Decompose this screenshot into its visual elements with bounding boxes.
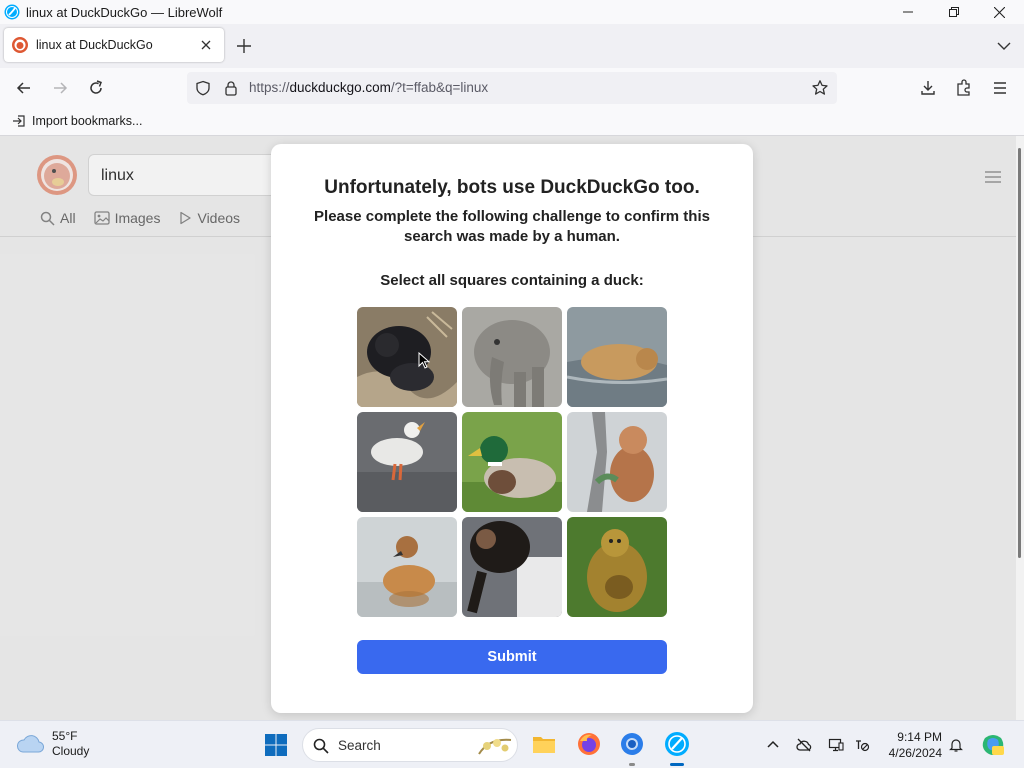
close-icon: [993, 6, 1005, 18]
search-icon: [313, 738, 329, 754]
challenge-image-chimpanzee[interactable]: [462, 517, 562, 617]
url-bar[interactable]: https://duckduckgo.com/?t=ffab&q=linux: [187, 72, 837, 104]
window-title: linux at DuckDuckGo — LibreWolf: [26, 4, 223, 20]
challenge-prompt: Select all squares containing a duck:: [380, 272, 644, 289]
active-app-indicator: [670, 763, 684, 766]
url-text: https://duckduckgo.com/?t=ffab&q=linux: [249, 80, 489, 95]
window-titlebar: linux at DuckDuckGo — LibreWolf: [0, 0, 1024, 24]
challenge-image-duck-swimming[interactable]: [357, 517, 457, 617]
bot-challenge-dialog: Unfortunately, bots use DuckDuckGo too. …: [271, 144, 753, 713]
navigation-toolbar: https://duckduckgo.com/?t=ffab&q=linux: [0, 68, 1024, 108]
duckduckgo-favicon: [12, 37, 28, 53]
running-indicator: [629, 763, 635, 766]
challenge-image-gorilla[interactable]: [357, 307, 457, 407]
windows-start-icon[interactable]: [264, 733, 288, 757]
network-volume-icon[interactable]: [854, 737, 870, 753]
restore-icon: [949, 7, 959, 17]
challenge-image-lion[interactable]: [567, 307, 667, 407]
lock-icon[interactable]: [223, 80, 239, 96]
copilot-icon[interactable]: [980, 732, 1006, 758]
notification-bell-icon[interactable]: [948, 737, 964, 753]
import-icon: [13, 115, 25, 127]
weather-desc: Cloudy: [52, 744, 90, 758]
tab-strip: linux at DuckDuckGo: [0, 24, 1024, 68]
challenge-image-elephant[interactable]: [462, 307, 562, 407]
app-menu-icon[interactable]: [990, 78, 1010, 98]
taskbar-search-box[interactable]: Search: [302, 728, 518, 762]
import-bookmarks-button[interactable]: Import bookmarks...: [12, 114, 142, 128]
cloud-icon: [17, 735, 44, 753]
reload-icon[interactable]: [86, 78, 106, 98]
page-content: linux All Images Videos Unfortunately, b…: [0, 136, 1016, 720]
bookmarks-toolbar: Import bookmarks...: [0, 108, 1024, 136]
tab-label: linux at DuckDuckGo: [36, 38, 153, 52]
system-clock[interactable]: 9:14 PM 4/26/2024: [882, 729, 942, 761]
windows-taskbar: 55°F Cloudy Search 9:14 PM 4/26/2024: [0, 720, 1024, 768]
librewolf-icon: [4, 4, 20, 20]
scrollbar-thumb[interactable]: [1018, 148, 1021, 558]
mouse-cursor-icon: [418, 352, 430, 369]
tab-close-icon[interactable]: [198, 37, 214, 53]
clock-date: 4/26/2024: [888, 746, 942, 760]
weather-temp: 55°F: [52, 729, 78, 743]
downloads-icon[interactable]: [918, 78, 938, 98]
challenge-image-mallard-duck[interactable]: [462, 412, 562, 512]
forward-icon[interactable]: [50, 78, 70, 98]
list-all-tabs-icon[interactable]: [994, 36, 1014, 56]
restore-button[interactable]: [931, 0, 977, 24]
librewolf-taskbar-icon[interactable]: [664, 731, 690, 757]
challenge-image-grid: [357, 307, 667, 617]
submit-button[interactable]: Submit: [357, 640, 667, 674]
new-tab-icon[interactable]: [234, 36, 254, 56]
challenge-image-monkey-baby[interactable]: [567, 517, 667, 617]
back-icon[interactable]: [14, 78, 34, 98]
extensions-icon[interactable]: [954, 78, 974, 98]
weather-widget[interactable]: 55°F Cloudy: [16, 729, 89, 759]
display-icon[interactable]: [828, 737, 844, 753]
challenge-subtitle: Please complete the following challenge …: [314, 208, 710, 245]
file-explorer-icon[interactable]: [531, 731, 557, 757]
challenge-image-monkey-tree[interactable]: [567, 412, 667, 512]
close-window-button[interactable]: [976, 0, 1022, 24]
onedrive-offline-icon[interactable]: [796, 737, 812, 753]
minimize-icon: [903, 11, 913, 13]
challenge-title: Unfortunately, bots use DuckDuckGo too.: [324, 177, 700, 198]
challenge-image-duck-standing[interactable]: [357, 412, 457, 512]
search-highlight-icon: [478, 738, 512, 755]
firefox-icon[interactable]: [576, 731, 602, 757]
browser-tab-active[interactable]: linux at DuckDuckGo: [4, 28, 224, 62]
tracking-protection-shield-icon[interactable]: [195, 80, 211, 96]
page-scrollbar[interactable]: [1016, 136, 1024, 720]
chevron-up-icon[interactable]: [765, 737, 781, 753]
clock-time: 9:14 PM: [897, 730, 942, 744]
bookmark-star-icon[interactable]: [811, 79, 829, 97]
taskbar-search-placeholder: Search: [338, 738, 381, 753]
minimize-button[interactable]: [885, 0, 931, 24]
import-bookmarks-label: Import bookmarks...: [32, 114, 143, 128]
chrome-icon[interactable]: [619, 731, 645, 757]
